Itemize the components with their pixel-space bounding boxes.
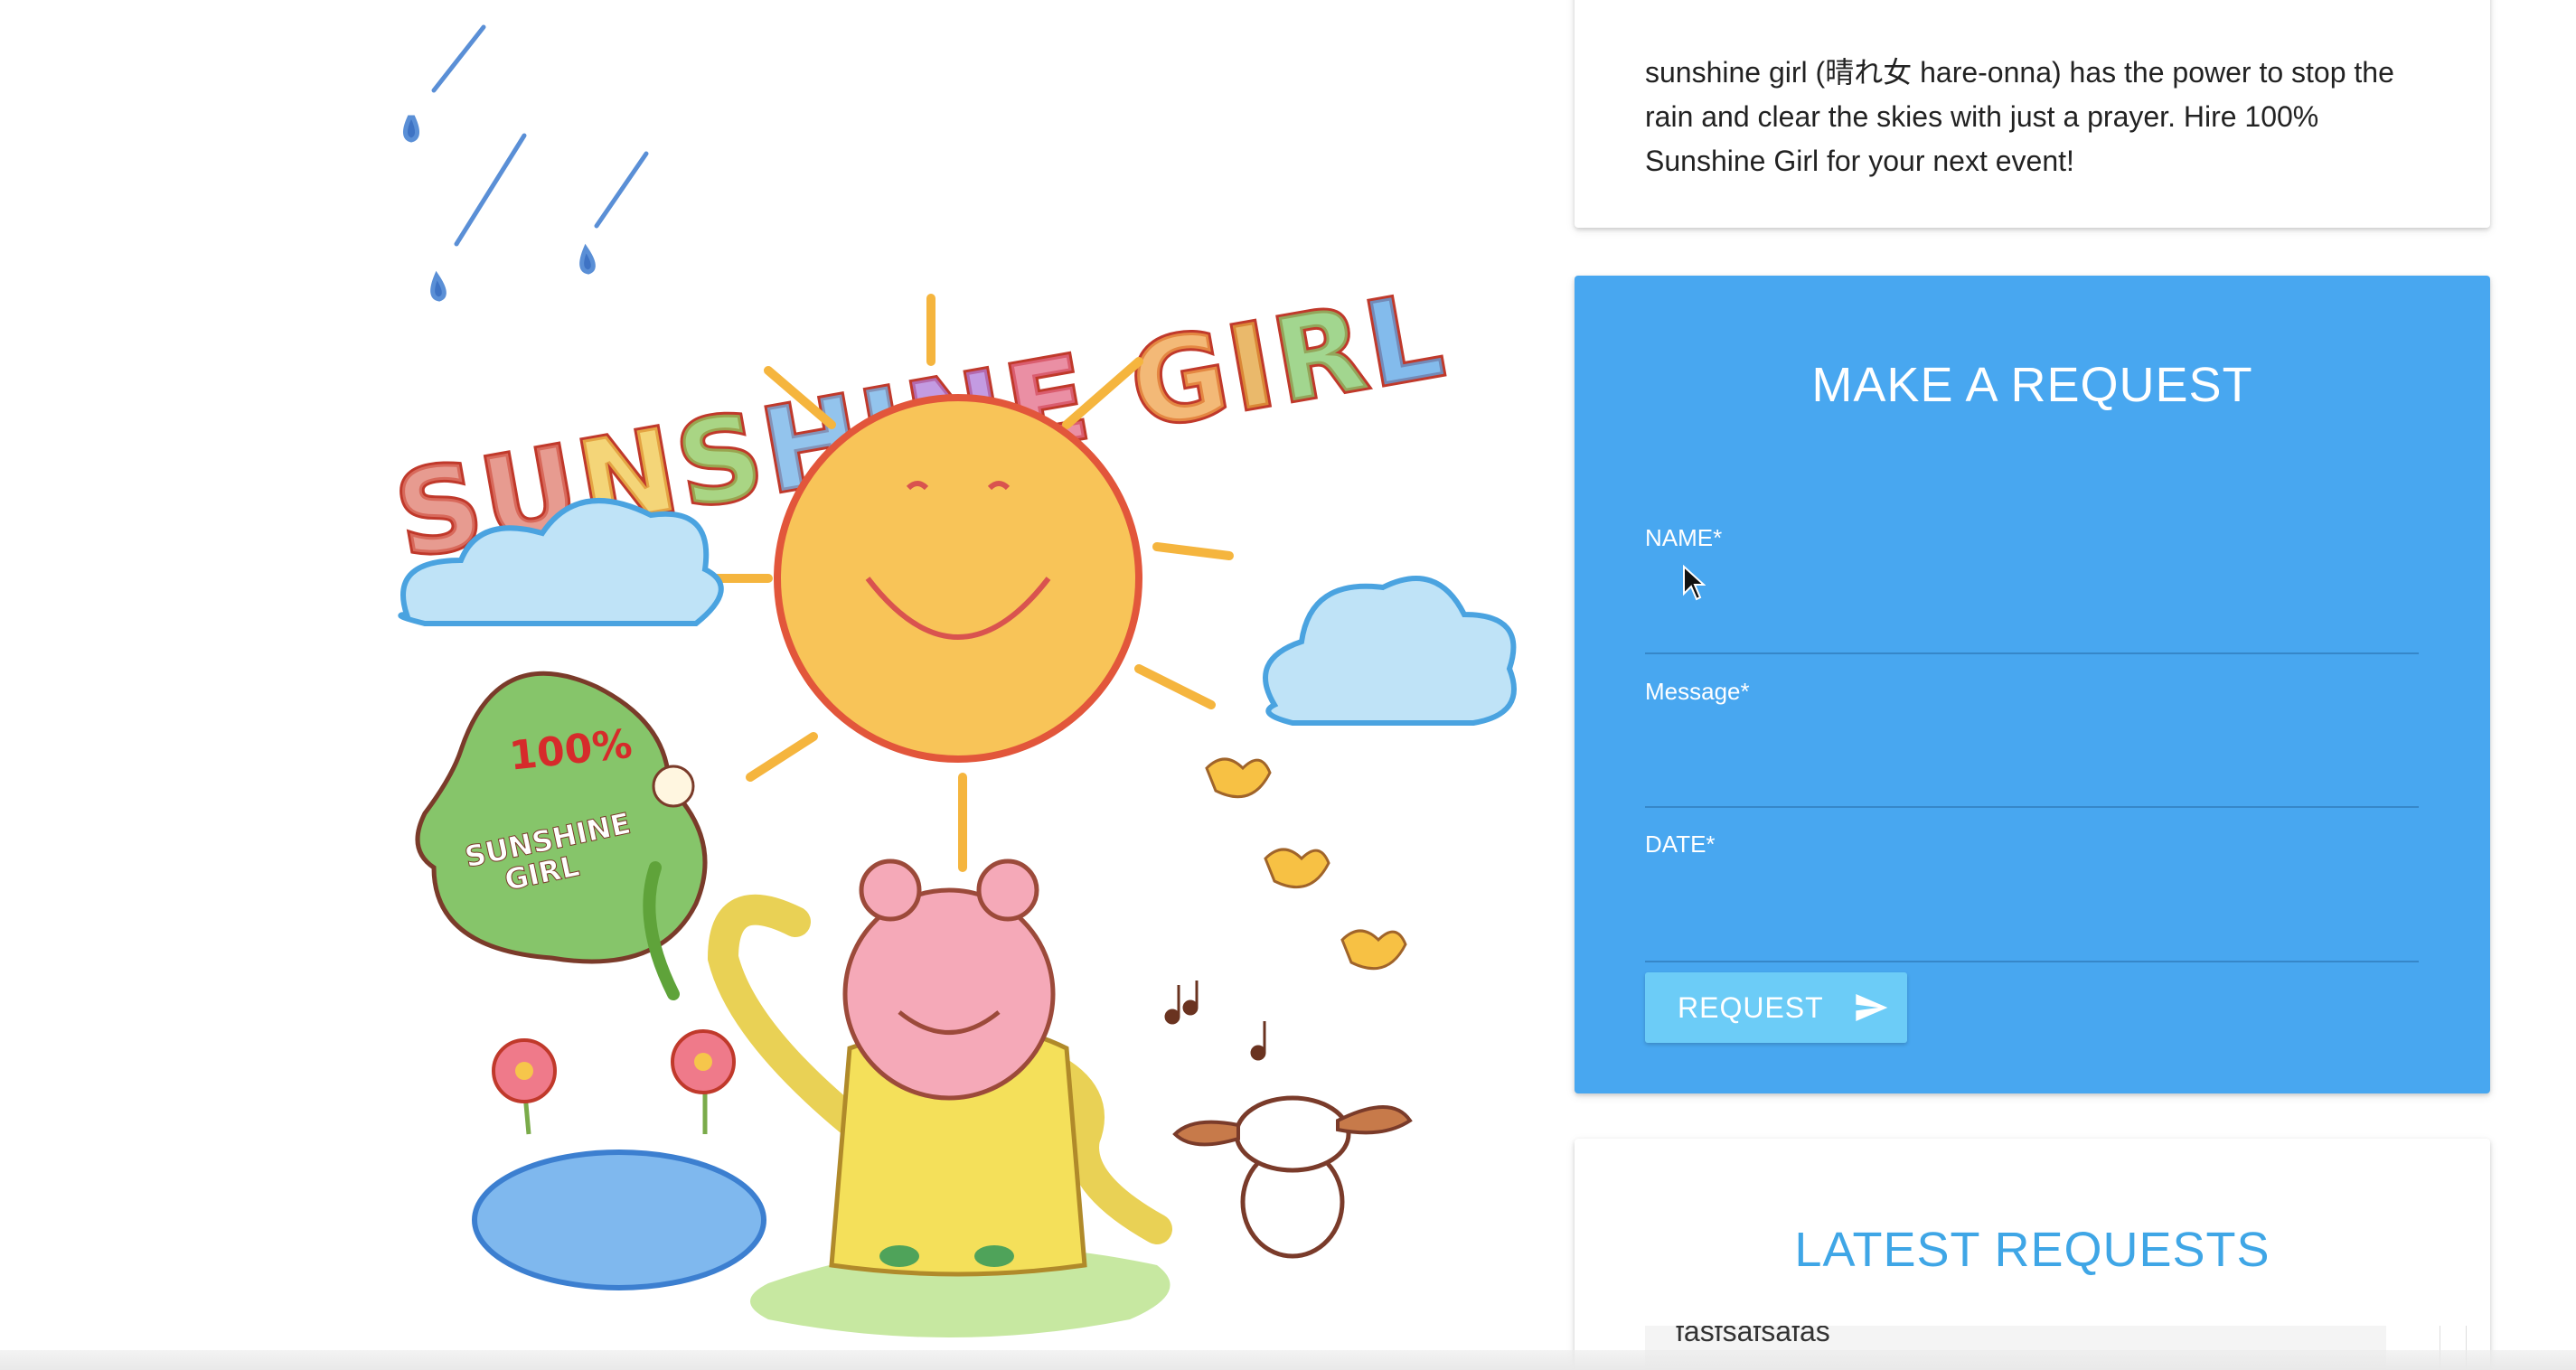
mouse-cursor-icon — [1682, 564, 1706, 601]
message-label: Message* — [1645, 678, 1750, 705]
request-form-title: MAKE A REQUEST — [1811, 358, 2253, 412]
date-input[interactable] — [1645, 906, 2419, 962]
message-input[interactable] — [1645, 752, 2419, 808]
frog-girl-icon — [707, 859, 1172, 1277]
message-field: Message* — [1645, 678, 2419, 809]
name-field: NAME* — [1645, 524, 2419, 655]
puddle-icon — [472, 1149, 766, 1290]
bird-icon — [1205, 757, 1407, 971]
intro-card: sunshine girl (晴れ女 hare-onna) has the po… — [1575, 0, 2490, 228]
send-icon — [1851, 990, 1891, 1026]
date-label: DATE* — [1645, 830, 1716, 858]
latest-requests-card: LATEST REQUESTS fasfsafsafas — [1575, 1139, 2490, 1370]
intro-description: sunshine girl (晴れ女 hare-onna) has the po… — [1645, 56, 2394, 177]
sunshine-girl-illustration: SUNSHINE GIRL SUNSHINE GIRL — [343, 0, 1537, 1356]
page: SUNSHINE GIRL SUNSHINE GIRL — [0, 0, 2576, 1370]
list-item[interactable]: fasfsafsafas — [1676, 1326, 1830, 1348]
puppy-icon — [1172, 1095, 1413, 1259]
latest-requests-title: LATEST REQUESTS — [1794, 1223, 2270, 1277]
sun-icon — [774, 394, 1142, 763]
request-button-label: REQUEST — [1678, 990, 1824, 1024]
rain-icon — [403, 24, 649, 302]
name-input[interactable] — [1645, 598, 2419, 654]
cloud-icon — [1263, 576, 1517, 726]
date-field: DATE* — [1645, 830, 2419, 962]
name-label: NAME* — [1645, 524, 1723, 551]
request-form-card: MAKE A REQUEST NAME* Message* DATE* REQU… — [1575, 276, 2490, 1093]
music-note-icon — [1164, 981, 1266, 1061]
flower-icon — [492, 1029, 736, 1135]
bottom-edge-shadow — [0, 1350, 2576, 1370]
request-submit-button[interactable]: REQUEST — [1645, 972, 1907, 1043]
